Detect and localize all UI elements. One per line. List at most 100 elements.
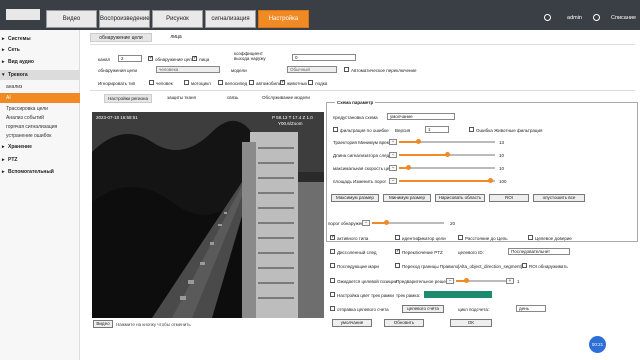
- roi-button[interactable]: ROI: [489, 194, 529, 202]
- logout-icon[interactable]: [593, 14, 600, 21]
- max-speed-decrement[interactable]: −: [389, 165, 397, 171]
- tab-picture[interactable]: Рисунок: [152, 10, 203, 28]
- dissolved-track-checkbox[interactable]: [330, 249, 335, 254]
- track-length-slider[interactable]: [399, 152, 495, 157]
- target-count-checkbox[interactable]: [330, 306, 335, 311]
- area-threshold-decrement[interactable]: −: [389, 178, 397, 184]
- version-select[interactable]: 1: [425, 126, 449, 133]
- tab-playback[interactable]: Воспроизведение: [99, 10, 150, 28]
- ok-button[interactable]: OK: [450, 319, 492, 327]
- ptz-switch-checkbox[interactable]: [395, 248, 400, 254]
- object-select[interactable]: человека: [156, 66, 220, 73]
- draw-area-button[interactable]: Нарисовать область: [435, 194, 485, 202]
- sidebar-item-alarm[interactable]: Тревога: [0, 70, 80, 80]
- refresh-button[interactable]: Обновить: [384, 319, 424, 327]
- min-time-value: 13: [499, 140, 505, 145]
- brand-logo: [6, 9, 40, 20]
- video-hint: Нажмите на кнопку чтобы отменить: [116, 322, 191, 327]
- min-time-decrement[interactable]: −: [389, 139, 397, 145]
- border-rule-checkbox[interactable]: [395, 263, 400, 268]
- coef-select[interactable]: 0: [292, 54, 356, 61]
- tab-tissue-protection[interactable]: защиты тканя: [167, 95, 196, 100]
- type-motorcycle-checkbox[interactable]: [184, 80, 189, 85]
- video-button[interactable]: Видео: [93, 320, 113, 328]
- face-checkbox[interactable]: [192, 55, 197, 61]
- roi-detect-checkbox[interactable]: [522, 263, 527, 268]
- sidebar-item-troubleshooting[interactable]: устранение ошибок: [0, 131, 80, 141]
- animal-filter-checkbox[interactable]: [469, 127, 474, 132]
- type-person-label: человек: [156, 81, 173, 86]
- prelim-value: 1: [517, 279, 520, 284]
- type-animals-label: животных: [287, 81, 308, 86]
- target-id-label: идентификатор цели: [402, 236, 446, 241]
- max-size-button[interactable]: Максимум размер: [331, 194, 379, 202]
- channel-select[interactable]: 2: [118, 55, 142, 62]
- sidebar-item-auxiliary[interactable]: Вспомогательный: [0, 167, 80, 177]
- active-type-checkbox[interactable]: [330, 234, 335, 240]
- sidebar-item-video-audio[interactable]: Вид аудио: [0, 57, 80, 67]
- subtab-target-detection[interactable]: обнаружение цели: [90, 33, 152, 42]
- type-bicycle-checkbox[interactable]: [218, 80, 223, 85]
- type-motorcycle-label: мотоцикл: [191, 81, 211, 86]
- tab-alarm[interactable]: сигнализация: [205, 10, 256, 28]
- filter-label: фильтрация по ошибке: [340, 128, 389, 133]
- min-time-slider[interactable]: [399, 139, 495, 144]
- tab-model-maintenance[interactable]: Обслуживание модели: [262, 95, 310, 100]
- tab-link[interactable]: связь: [227, 95, 238, 100]
- targets-checkbox[interactable]: [148, 55, 153, 61]
- follow-mark-checkbox[interactable]: [330, 263, 335, 268]
- auto-switch-label: Автоматическое переключение: [351, 68, 417, 73]
- clear-all-button[interactable]: опустошить все: [533, 194, 585, 202]
- tab-video[interactable]: Видео: [46, 10, 97, 28]
- track-length-decrement[interactable]: −: [389, 152, 397, 158]
- prelim-decrement[interactable]: −: [446, 278, 454, 284]
- user-name[interactable]: admin: [567, 15, 582, 21]
- type-person-checkbox[interactable]: [149, 80, 154, 85]
- expected-position-checkbox[interactable]: [330, 278, 335, 283]
- direction-segment-tag: [Alta_object_direction_segment]: [458, 264, 523, 269]
- sidebar-item-network[interactable]: Сеть: [0, 45, 80, 55]
- floating-time-badge[interactable]: 00:21: [589, 336, 606, 353]
- sidebar-item-ptz[interactable]: PTZ: [0, 155, 80, 165]
- track-color-swatch[interactable]: [424, 291, 492, 298]
- filter-checkbox[interactable]: [333, 127, 338, 132]
- min-size-button[interactable]: Минимум размер: [383, 194, 431, 202]
- slider-label-min-time: Траектория Минимум время: [333, 140, 393, 145]
- default-button[interactable]: умолчание: [332, 319, 372, 327]
- tab-region-settings[interactable]: Настройки региона: [104, 94, 152, 103]
- target-id-checkbox[interactable]: [395, 235, 400, 240]
- target-id-select[interactable]: Последовательнет: [508, 248, 570, 255]
- sidebar-item-analysis[interactable]: анализ: [0, 82, 80, 92]
- threshold-decrement[interactable]: −: [362, 220, 370, 226]
- type-animals-checkbox[interactable]: [280, 79, 285, 85]
- subtab-face[interactable]: лица: [156, 33, 196, 42]
- area-threshold-slider[interactable]: [399, 178, 495, 183]
- threshold-value: 20: [450, 221, 456, 226]
- target-count-button[interactable]: целевого счёта: [402, 305, 444, 313]
- type-car-checkbox[interactable]: [249, 80, 254, 85]
- confidence-checkbox[interactable]: [528, 235, 533, 240]
- prelim-increment[interactable]: +: [506, 278, 514, 284]
- threshold-slider[interactable]: [372, 220, 444, 225]
- version-label: Версия: [395, 128, 411, 133]
- preset-select[interactable]: умолчание: [387, 113, 455, 120]
- tab-settings[interactable]: Настройка: [258, 10, 309, 28]
- sidebar-item-system[interactable]: Системы: [0, 34, 80, 44]
- coef-label: коэффициент выхода наружу: [234, 51, 266, 61]
- prelim-slider[interactable]: [456, 278, 510, 283]
- model-select[interactable]: Обычный: [287, 66, 337, 73]
- type-boat-checkbox[interactable]: [308, 80, 313, 85]
- auto-switch-checkbox[interactable]: [344, 67, 349, 72]
- distance-checkbox[interactable]: [458, 235, 463, 240]
- video-preview[interactable]: 2023-07-18 16:58:51 P 58.13 T 17.4 Z 1.0…: [92, 112, 324, 318]
- video-scene-image: [92, 112, 324, 318]
- scheme-parameter-panel: Схема параметр предустановка схема умолч…: [326, 100, 638, 242]
- sidebar: Системы Сеть Вид аудио Тревога анализ AI…: [0, 30, 80, 360]
- track-color-checkbox[interactable]: [330, 292, 335, 297]
- logout-link[interactable]: Списание: [611, 15, 636, 21]
- count-cycle-select[interactable]: день: [516, 305, 546, 312]
- max-speed-slider[interactable]: [399, 165, 495, 170]
- count-cycle-label: цикл подсчета:: [458, 307, 490, 312]
- sidebar-item-storage[interactable]: Хранение: [0, 142, 80, 152]
- sidebar-item-ai[interactable]: AI: [0, 93, 80, 103]
